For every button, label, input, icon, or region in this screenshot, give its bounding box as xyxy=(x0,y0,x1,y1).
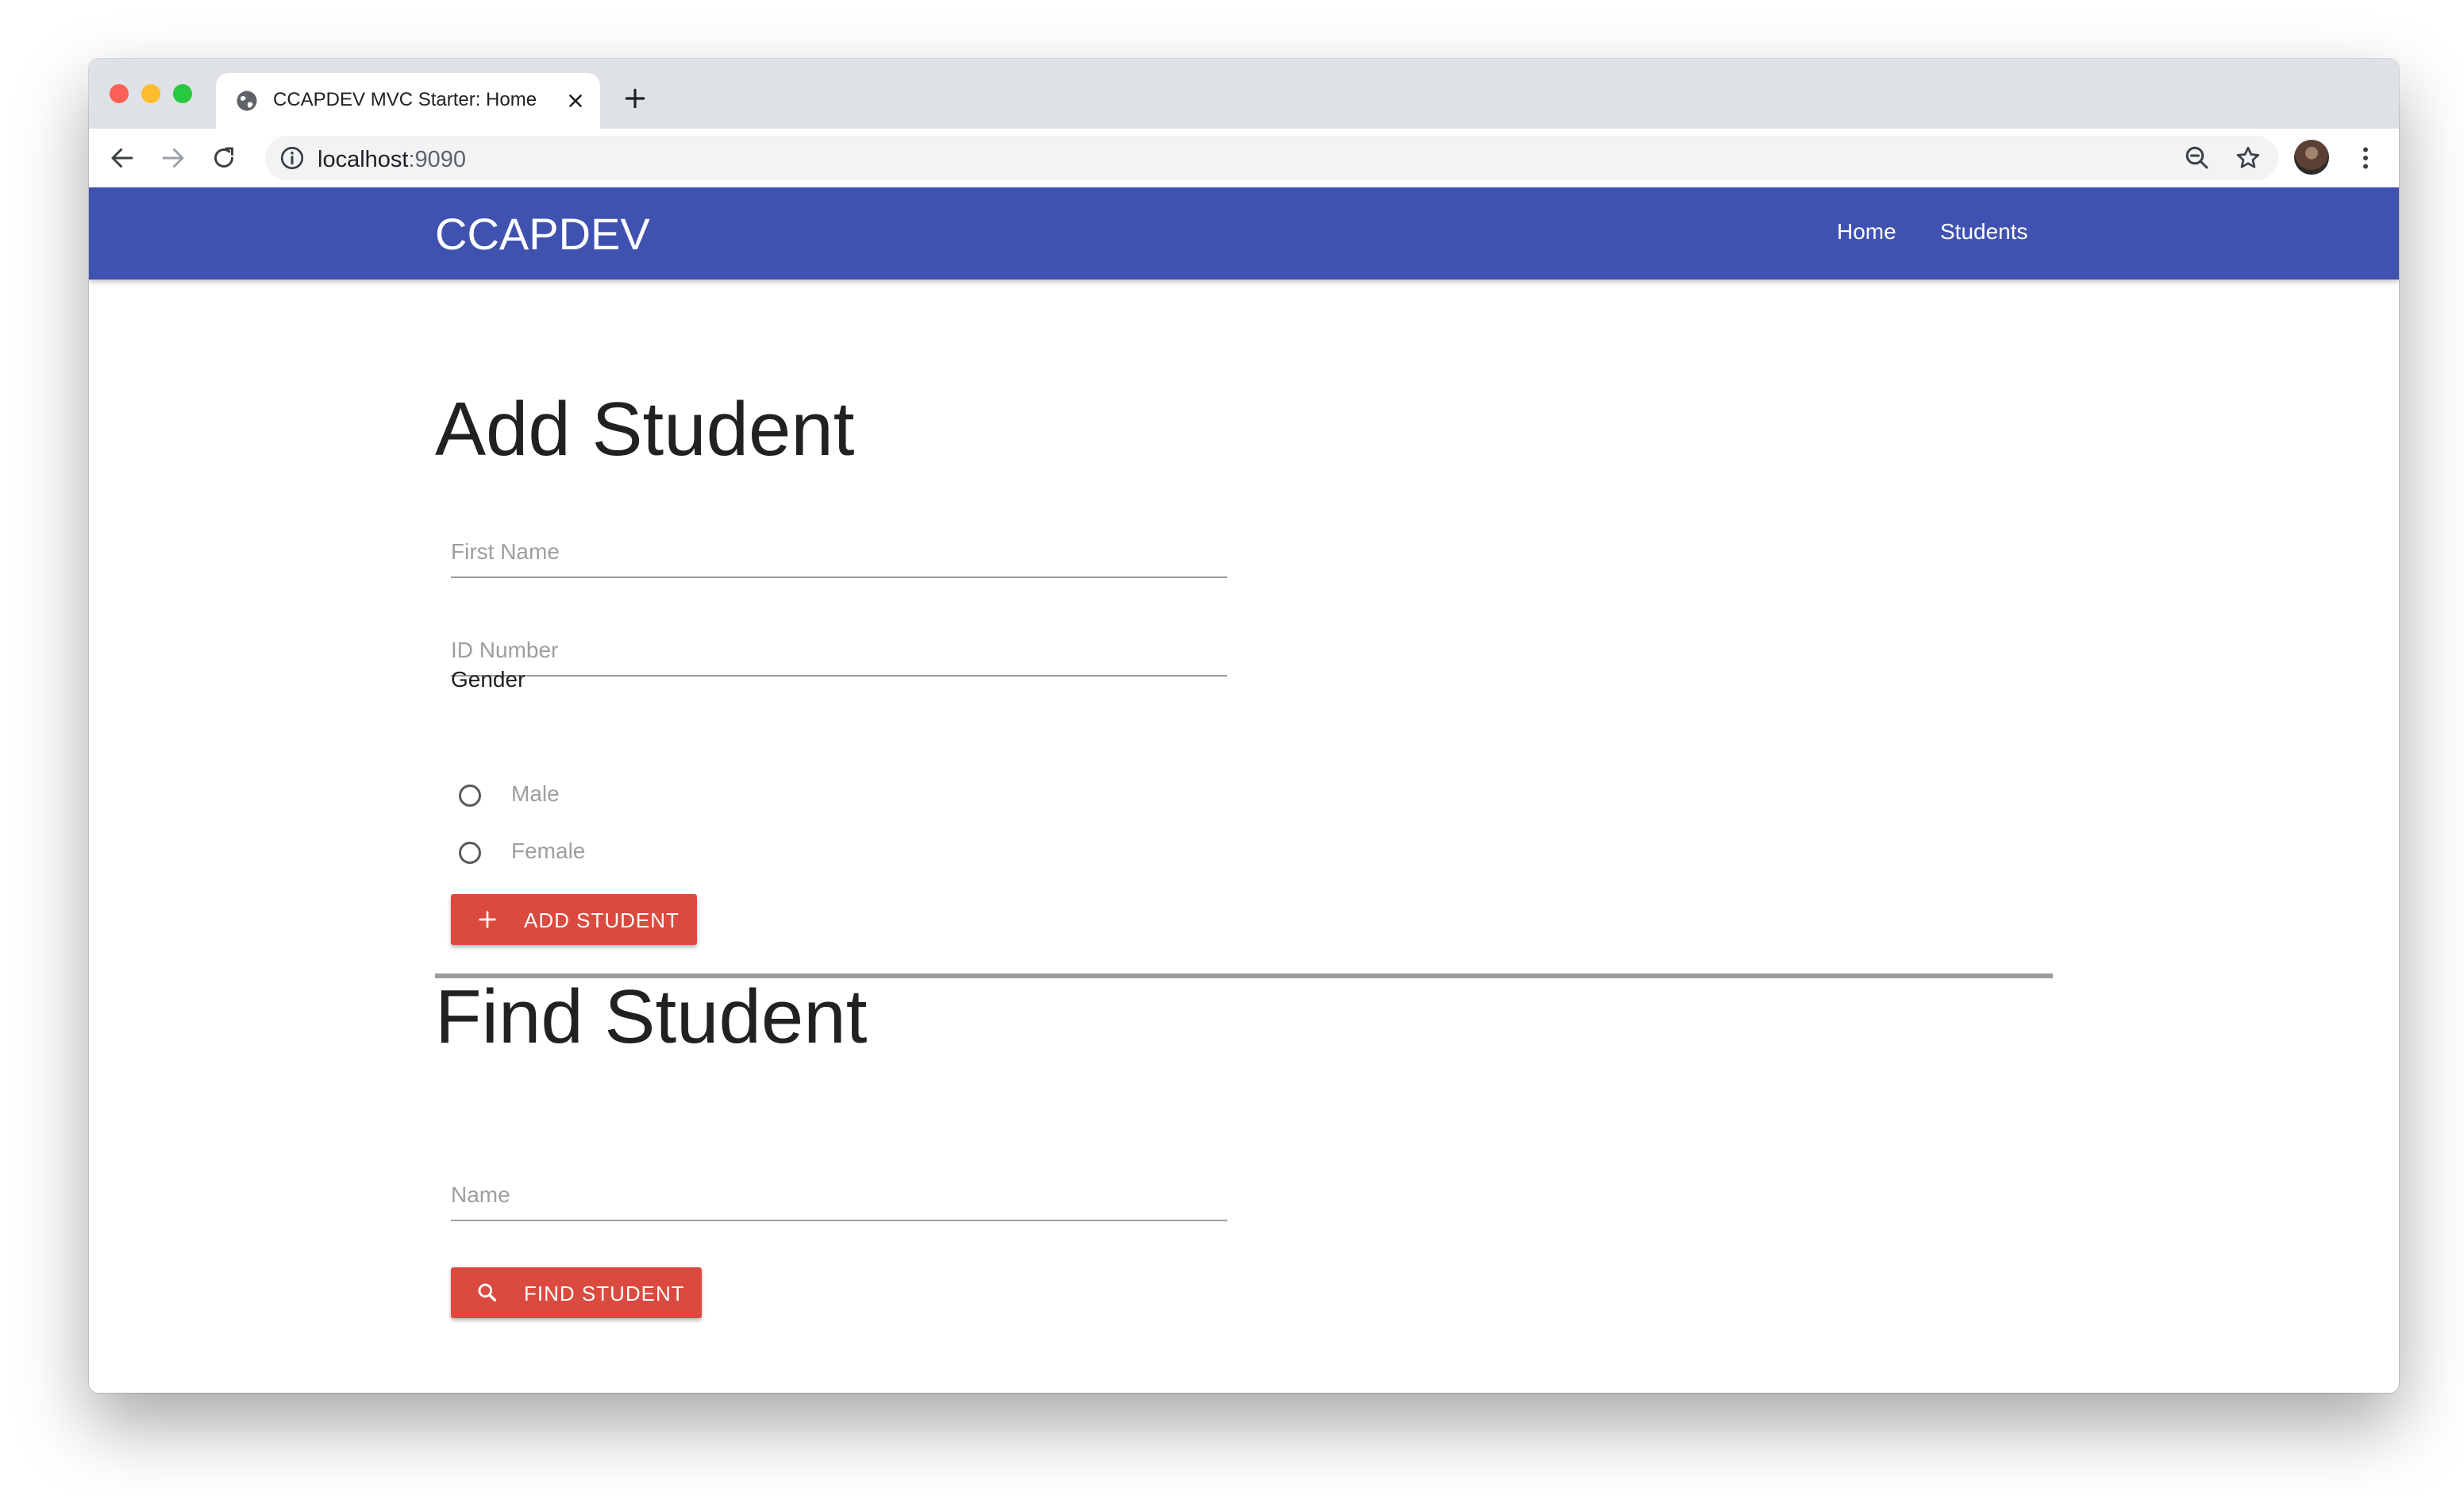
brand-logo[interactable]: CCAPDEV xyxy=(435,208,650,260)
browser-toolbar: localhost:9090 xyxy=(89,129,2399,188)
browser-window: CCAPDEV MVC Starter: Home localhost:9090… xyxy=(89,59,2399,1393)
url-port: :9090 xyxy=(408,147,467,172)
gender-option-label[interactable]: Female xyxy=(511,839,585,864)
add-student-button-label: ADD STUDENT xyxy=(524,908,680,932)
tab-title: CCAPDEV MVC Starter: Home xyxy=(273,89,537,110)
back-icon[interactable] xyxy=(108,144,137,172)
find-student-button[interactable]: FIND STUDENT xyxy=(451,1267,702,1318)
info-icon[interactable] xyxy=(278,144,306,172)
first-name-field xyxy=(451,527,1227,578)
profile-avatar[interactable] xyxy=(2294,140,2329,175)
browser-tab[interactable]: CCAPDEV MVC Starter: Home xyxy=(216,73,600,129)
web-page: CCAPDEV Home Students Add Student Gender… xyxy=(89,187,2399,1393)
radio-circle[interactable] xyxy=(459,785,481,807)
close-window-button[interactable] xyxy=(110,84,129,103)
radio-circle[interactable] xyxy=(459,842,481,864)
nav-link-students[interactable]: Students xyxy=(1940,219,2028,245)
find-student-button-label: FIND STUDENT xyxy=(524,1282,685,1305)
reload-icon[interactable] xyxy=(210,144,238,172)
id-number-field xyxy=(451,626,1227,677)
name-field xyxy=(451,1170,1227,1221)
first-name-input[interactable] xyxy=(451,527,1227,578)
gender-radio-female[interactable]: Female xyxy=(457,837,695,872)
nav-link-home[interactable]: Home xyxy=(1837,219,1896,245)
minimize-window-button[interactable] xyxy=(141,84,160,103)
find-student-heading: Find Student xyxy=(435,974,868,1059)
maximize-window-button[interactable] xyxy=(173,84,192,103)
address-bar[interactable]: localhost:9090 xyxy=(265,136,2278,180)
tab-strip: CCAPDEV MVC Starter: Home xyxy=(89,59,2399,129)
add-student-heading: Add Student xyxy=(435,387,855,472)
url-host: localhost xyxy=(318,147,409,172)
gender-option-label[interactable]: Male xyxy=(511,781,560,807)
add-student-button[interactable]: ADD STUDENT xyxy=(451,894,697,945)
url-text[interactable]: localhost:9090 xyxy=(318,147,466,173)
id-number-input[interactable] xyxy=(451,626,1227,677)
search-icon xyxy=(478,1283,497,1302)
zoom-out-icon[interactable] xyxy=(2183,144,2212,172)
add-icon xyxy=(479,911,496,928)
close-icon[interactable] xyxy=(565,91,586,111)
menu-icon[interactable] xyxy=(2351,144,2380,172)
name-input[interactable] xyxy=(451,1170,1227,1221)
gender-label: Gender xyxy=(451,667,526,692)
navbar: CCAPDEV Home Students xyxy=(89,187,2399,280)
star-icon[interactable] xyxy=(2234,144,2262,172)
plus-icon[interactable] xyxy=(622,86,648,111)
globe-icon xyxy=(237,91,257,111)
forward-icon[interactable] xyxy=(159,144,187,172)
gender-radio-male[interactable]: Male xyxy=(457,780,695,815)
